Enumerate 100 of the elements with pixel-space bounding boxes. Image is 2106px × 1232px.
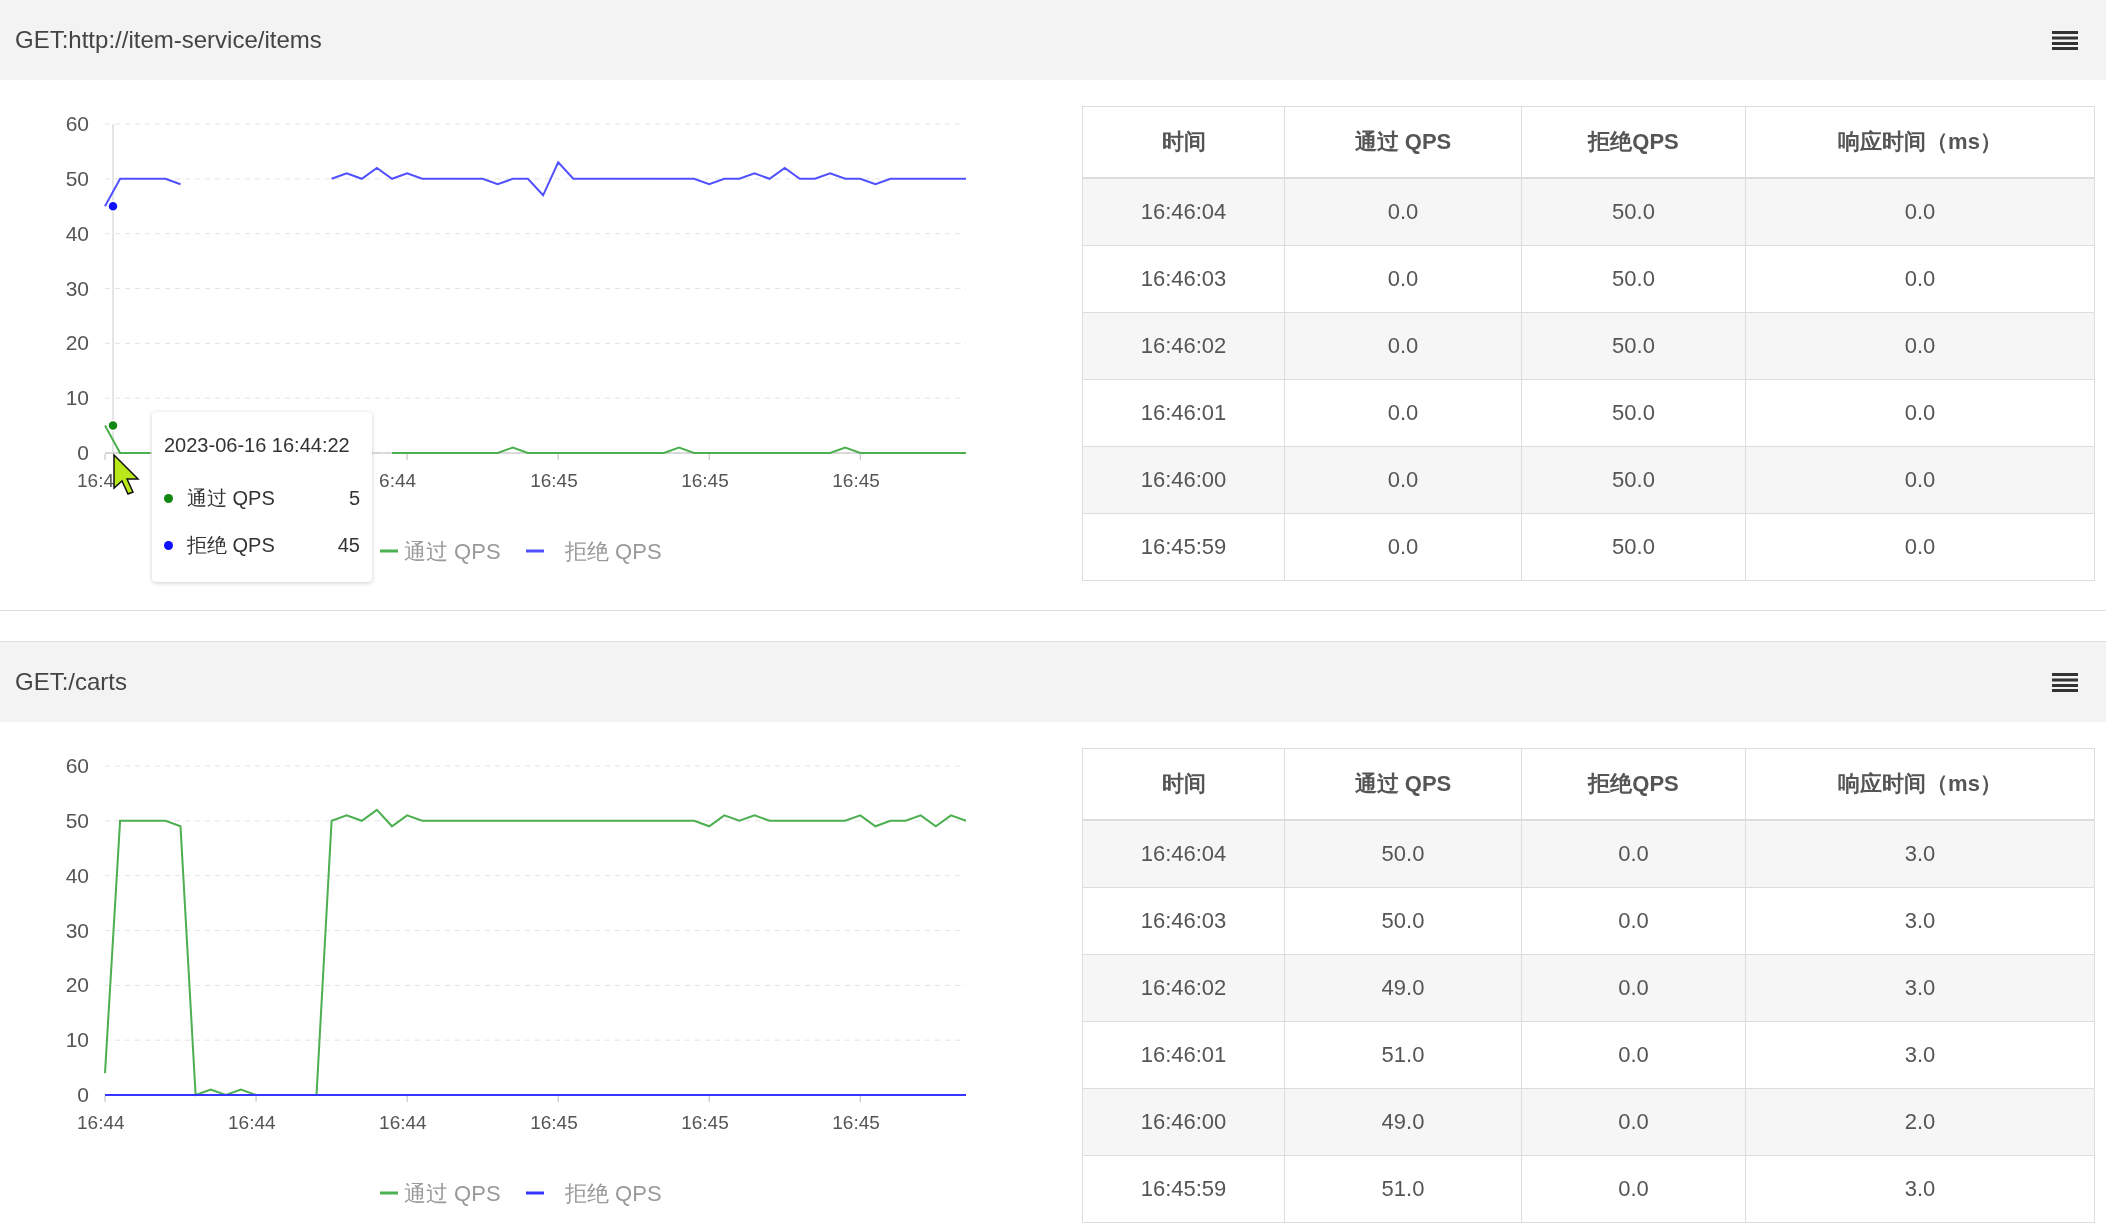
- tooltip-label: 拒绝 QPS: [187, 533, 276, 558]
- axis-label: 16:45: [832, 1112, 880, 1133]
- tick-mark: [557, 453, 559, 461]
- table-cell: 16:46:01: [1082, 379, 1285, 447]
- table-cell: 3.0: [1745, 820, 2095, 888]
- axis-label: 20: [65, 331, 89, 355]
- tick-mark: [708, 453, 710, 461]
- axis-label: 30: [65, 918, 89, 942]
- axis-label: 16:44: [77, 1112, 125, 1133]
- tick-mark: [708, 1095, 710, 1103]
- cursor-icon: [113, 453, 140, 495]
- legend-label[interactable]: 通过 QPS: [404, 1181, 501, 1206]
- table-cell: 51.0: [1284, 1021, 1522, 1089]
- table-cell: 50.0: [1521, 513, 1746, 581]
- table-cell: 50.0: [1284, 887, 1522, 955]
- axis-label: 10: [65, 386, 89, 410]
- axis-label: 16:45: [530, 1112, 578, 1133]
- table-cell: 50.0: [1521, 446, 1746, 514]
- table-cell: 16:46:02: [1082, 312, 1285, 380]
- table-cell: 0.0: [1521, 1155, 1746, 1223]
- panel-title: GET:http://item-service/items: [15, 26, 322, 54]
- tick-mark: [557, 1095, 559, 1103]
- table-cell: 16:46:03: [1082, 245, 1285, 313]
- tick-mark: [859, 1095, 861, 1103]
- table-cell: 16:46:03: [1082, 887, 1285, 955]
- axis-label: 16:45: [530, 470, 578, 491]
- table-cell: 3.0: [1745, 887, 2095, 955]
- table-cell: 0.0: [1745, 245, 2095, 313]
- menu-icon[interactable]: [2052, 672, 2078, 692]
- tooltip-label: 通过 QPS: [187, 486, 276, 511]
- axis-label: 50: [65, 808, 89, 832]
- legend-swatch[interactable]: [380, 1191, 398, 1195]
- table-cell: 50.0: [1521, 379, 1746, 447]
- table-cell: 16:45:59: [1082, 513, 1285, 581]
- table-cell: 0.0: [1521, 820, 1746, 888]
- table-cell: 0.0: [1284, 379, 1522, 447]
- menu-icon[interactable]: [2052, 30, 2078, 50]
- axis-label: 10: [65, 1028, 89, 1052]
- table-cell: 50.0: [1521, 178, 1746, 246]
- legend-label[interactable]: 通过 QPS: [404, 539, 501, 564]
- axis-label: 60: [65, 112, 89, 135]
- legend-label[interactable]: 拒绝 QPS: [565, 539, 662, 564]
- hover-point: [107, 419, 119, 432]
- table-cell: 0.0: [1284, 513, 1522, 581]
- tick-mark: [104, 1095, 106, 1103]
- table-cell: 16:46:04: [1082, 820, 1285, 888]
- tick-mark: [859, 453, 861, 461]
- tick-mark: [406, 453, 408, 461]
- table-cell: 0.0: [1284, 312, 1522, 380]
- axis-label: 16:45: [681, 470, 729, 491]
- table-cell: 50.0: [1284, 820, 1522, 888]
- table-cell: 16:46:02: [1082, 954, 1285, 1022]
- table-cell: 16:46:00: [1082, 1088, 1285, 1156]
- table-cell: 0.0: [1745, 312, 2095, 380]
- table-cell: 0.0: [1284, 446, 1522, 514]
- tooltip-title: 2023-06-16 16:44:22: [164, 434, 351, 457]
- tooltip-value: 45: [337, 534, 360, 557]
- axis-label: 60: [65, 754, 89, 777]
- table-cell: 0.0: [1745, 379, 2095, 447]
- table-cell: 0.0: [1521, 1088, 1746, 1156]
- panel-title: GET:/carts: [15, 668, 128, 696]
- axis-label: 40: [65, 863, 89, 887]
- table-cell: 2.0: [1745, 1088, 2095, 1156]
- axis-label: 40: [65, 221, 89, 245]
- axis-label: 50: [65, 166, 89, 190]
- legend-swatch[interactable]: [526, 1191, 544, 1195]
- axis-label: 6:44: [379, 470, 417, 491]
- table-cell: 16:46:01: [1082, 1021, 1285, 1089]
- axis-label: 16:45: [681, 1112, 729, 1133]
- table-cell: 0.0: [1521, 1021, 1746, 1089]
- table-cell: 0.0: [1521, 887, 1746, 955]
- table-cell: 16:45:59: [1082, 1155, 1285, 1223]
- table-cell: 0.0: [1284, 178, 1522, 246]
- table-cell: 16:46:00: [1082, 446, 1285, 514]
- table-cell: 50.0: [1521, 245, 1746, 313]
- legend-swatch[interactable]: [526, 549, 544, 553]
- table-cell: 49.0: [1284, 954, 1522, 1022]
- table-cell: 0.0: [1745, 178, 2095, 246]
- hover-point: [107, 200, 119, 212]
- legend-swatch[interactable]: [380, 549, 398, 553]
- axis-label: 16:44: [228, 1112, 276, 1133]
- tick-mark: [255, 1095, 257, 1103]
- table-cell: 51.0: [1284, 1155, 1522, 1223]
- table-cell: 0.0: [1521, 954, 1746, 1022]
- table-cell: 3.0: [1745, 1021, 2095, 1089]
- table-cell: 50.0: [1521, 312, 1746, 380]
- table-cell: 0.0: [1284, 245, 1522, 313]
- legend-label[interactable]: 拒绝 QPS: [565, 1181, 662, 1206]
- tooltip-value: 5: [348, 487, 360, 510]
- axis-label: 20: [65, 973, 89, 997]
- axis-label: 16:44: [379, 1112, 427, 1133]
- axis-label: 0: [77, 1083, 89, 1106]
- table-cell: 3.0: [1745, 1155, 2095, 1223]
- tick-mark: [406, 1095, 408, 1103]
- table-cell: 16:46:04: [1082, 178, 1285, 246]
- axis-label: 16:45: [832, 470, 880, 491]
- table-cell: 0.0: [1745, 513, 2095, 581]
- table-cell: 3.0: [1745, 954, 2095, 1022]
- table-cell: 0.0: [1745, 446, 2095, 514]
- axis-label: 30: [65, 276, 89, 300]
